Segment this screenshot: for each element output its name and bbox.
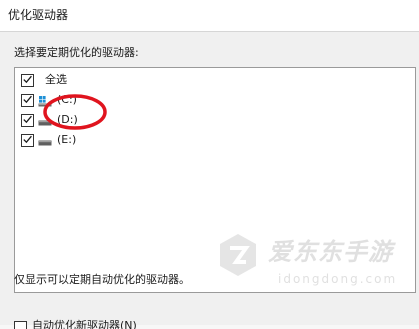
window-title: 优化驱动器 [8, 8, 69, 22]
select-all-label: 全选 [45, 73, 67, 86]
checkmark-icon [23, 95, 32, 104]
drive-c-checkbox[interactable] [21, 94, 34, 107]
optimize-drives-dialog: 优化驱动器 选择要定期优化的驱动器: 全选 (C:) (D:) (E:) 仅显示… [0, 0, 419, 329]
drives-footer-note: 仅显示可以定期自动优化的驱动器。 [14, 273, 190, 286]
checkmark-icon [23, 135, 32, 144]
auto-optimize-checkbox[interactable] [14, 321, 27, 329]
select-all-item[interactable]: 全选 [19, 71, 319, 91]
auto-optimize-label: 自动优化新驱动器(N) [32, 319, 137, 329]
hard-drive-icon [38, 120, 52, 126]
windows-drive-icon [38, 96, 52, 107]
drive-item-d[interactable]: (D:) [19, 111, 319, 131]
title-bar[interactable]: 优化驱动器 [0, 0, 419, 30]
checkmark-icon [23, 75, 32, 84]
drive-d-checkbox[interactable] [21, 114, 34, 127]
select-all-checkbox[interactable] [21, 74, 34, 87]
drives-section-label: 选择要定期优化的驱动器: [14, 46, 139, 59]
drive-d-label: (D:) [57, 113, 78, 126]
drive-item-c[interactable]: (C:) [19, 91, 319, 111]
drive-c-label: (C:) [57, 93, 77, 106]
drive-e-checkbox[interactable] [21, 134, 34, 147]
drives-listbox[interactable]: 全选 (C:) (D:) (E:) [14, 67, 416, 293]
auto-optimize-option[interactable]: 自动优化新驱动器(N) [14, 319, 214, 329]
checkmark-icon [23, 115, 32, 124]
dialog-content: 选择要定期优化的驱动器: 全选 (C:) (D:) (E:) 仅显示可以定期自动… [0, 32, 419, 329]
hard-drive-icon [38, 140, 52, 146]
drive-e-label: (E:) [57, 133, 77, 146]
drive-item-e[interactable]: (E:) [19, 131, 319, 151]
